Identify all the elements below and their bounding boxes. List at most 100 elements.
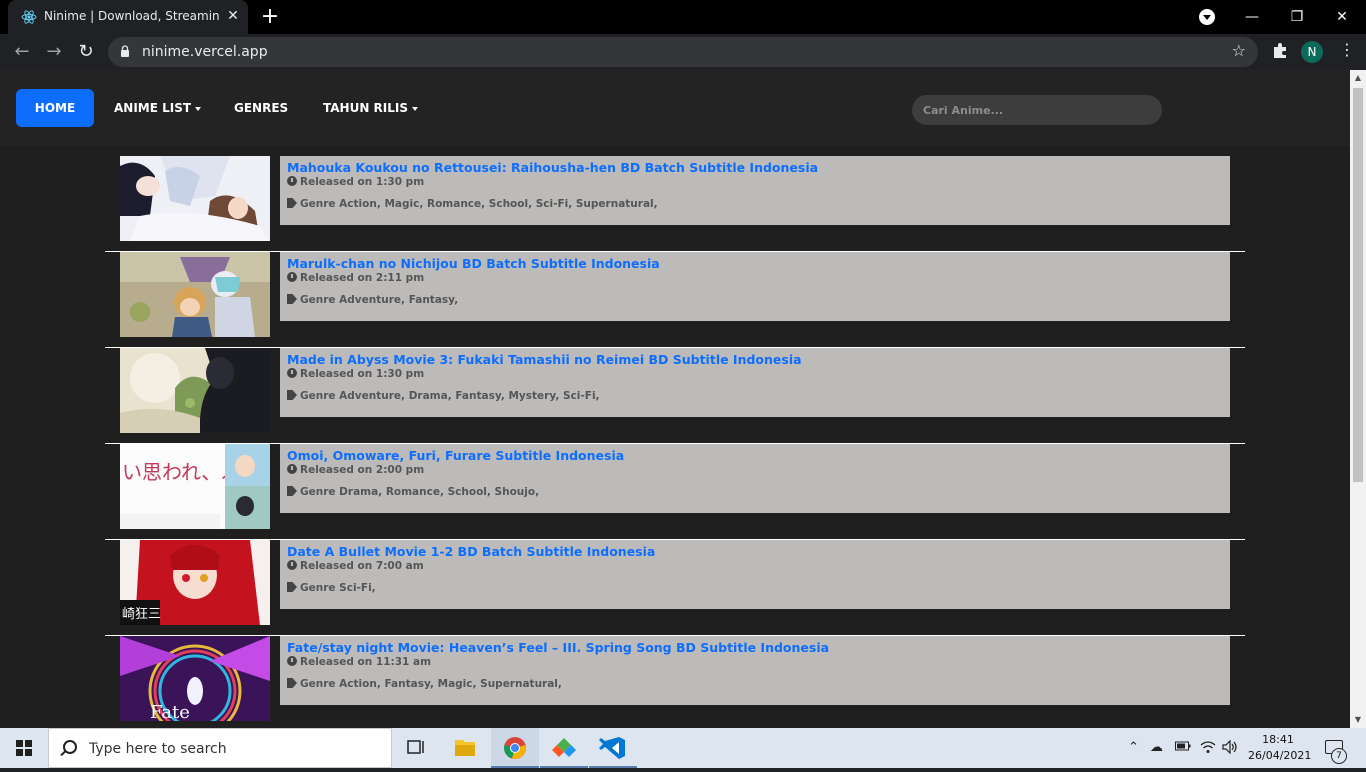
thumb-fate-text: Fate [150,702,190,721]
anime-title-link[interactable]: Mahouka Koukou no Rettousei: Raihousha-h… [287,160,818,175]
new-tab-button[interactable]: + [259,6,281,28]
caret-down-icon [195,106,202,111]
page-scrollbar[interactable]: ▲ ▼ [1350,70,1366,728]
anime-title-link[interactable]: Fate/stay night Movie: Heaven’s Feel – I… [287,640,829,655]
vscode-icon[interactable] [589,728,637,768]
release-text: Released on 7:00 am [300,560,424,572]
tag-icon [287,486,297,496]
taskbar-search-box[interactable]: Type here to search [48,728,392,768]
close-window-button[interactable]: ✕ [1331,6,1353,28]
thumbnail-image[interactable] [120,252,270,337]
chrome-icon[interactable] [491,728,539,768]
thumbnail-image[interactable]: Fate [120,636,270,721]
taskbar-search-placeholder: Type here to search [89,741,227,757]
tag-icon [287,294,297,304]
release-info: Released on 1:30 pm [287,176,424,188]
notification-count-badge: 7 [1331,748,1347,764]
volume-icon[interactable] [1222,739,1238,758]
tag-icon [287,678,297,688]
thumb-date-text: 崎狂三 [122,607,161,622]
app-diamond-icon[interactable] [540,728,588,768]
clock-icon [287,560,297,570]
maximize-button[interactable]: ❐ [1286,6,1308,28]
anime-title-link[interactable]: Marulk-chan no Nichijou BD Batch Subtitl… [287,256,660,271]
scroll-up-arrow-icon[interactable]: ▲ [1350,70,1366,86]
browser-tab[interactable]: Ninime | Download, Streaming Anime ✕ [8,0,248,34]
tag-icon [287,198,297,208]
search-icon [63,740,77,754]
tab-title: Ninime | Download, Streaming Anime [44,9,220,23]
browser-toolbar: ← → ↻ ninime.vercel.app ☆ [0,34,1366,70]
bookmark-star-icon[interactable]: ☆ [1232,41,1246,60]
anime-card: Fate/stay night Movie: Heaven’s Feel – I… [280,636,1230,705]
scrollbar-thumb[interactable] [1353,88,1363,482]
genre-info: Genre Sci-Fi, [287,582,376,594]
anime-title-link[interactable]: Made in Abyss Movie 3: Fukaki Tamashii n… [287,352,802,367]
clock-date: 26/04/2021 [1248,749,1312,762]
anime-title-link[interactable]: Omoi, Omoware, Furi, Furare Subtitle Ind… [287,448,624,463]
genre-info: Genre Adventure, Fantasy, [287,294,458,306]
genre-text: Genre Adventure, Drama, Fantasy, Mystery… [300,390,600,402]
windows-start-icon[interactable] [16,740,32,756]
list-item[interactable]: い思われ、ふり、ふられ Omoi, Omoware, Furi, Furare … [105,444,1245,540]
anime-card: Mahouka Koukou no Rettousei: Raihousha-h… [280,156,1230,225]
profile-avatar[interactable]: N [1301,41,1323,63]
genre-info: Genre Action, Magic, Romance, School, Sc… [287,198,658,210]
release-info: Released on 2:11 pm [287,272,424,284]
genre-info: Genre Adventure, Drama, Fantasy, Mystery… [287,390,600,402]
extensions-puzzle-icon[interactable] [1271,41,1289,59]
anime-card: Made in Abyss Movie 3: Fukaki Tamashii n… [280,348,1230,417]
reload-icon[interactable]: ↻ [75,41,97,63]
list-item[interactable]: Fate Fate/stay night Movie: Heaven’s Fee… [105,636,1245,728]
clock-icon [287,368,297,378]
list-item[interactable]: Made in Abyss Movie 3: Fukaki Tamashii n… [105,348,1245,444]
release-info: Released on 2:00 pm [287,464,424,476]
nav-tahun-rilis[interactable]: TAHUN RILIS [323,89,419,127]
minimize-button[interactable]: — [1241,6,1263,28]
clock-icon [287,176,297,186]
anime-card: Marulk-chan no Nichijou BD Batch Subtitl… [280,252,1230,321]
list-item[interactable]: Marulk-chan no Nichijou BD Batch Subtitl… [105,252,1245,348]
genre-info: Genre Drama, Romance, School, Shoujo, [287,486,539,498]
back-arrow-icon[interactable]: ← [11,41,33,63]
battery-icon[interactable] [1175,740,1191,756]
thumbnail-image[interactable] [120,156,270,241]
address-bar[interactable]: ninime.vercel.app ☆ [108,37,1258,67]
anime-card: Date A Bullet Movie 1-2 BD Batch Subtitl… [280,540,1230,609]
onedrive-cloud-icon[interactable]: ☁ [1150,740,1163,755]
list-item[interactable]: 崎狂三 Date A Bullet Movie 1-2 BD Batch Sub… [105,540,1245,636]
anime-title-link[interactable]: Date A Bullet Movie 1-2 BD Batch Subtitl… [287,544,655,559]
file-explorer-icon[interactable] [441,728,489,768]
task-view-icon[interactable] [392,728,440,768]
genre-text: Genre Action, Magic, Romance, School, Sc… [300,198,658,210]
wifi-icon[interactable] [1200,740,1216,758]
nav-genres[interactable]: GENRES [234,89,288,127]
anime-card: Omoi, Omoware, Furi, Furare Subtitle Ind… [280,444,1230,513]
release-text: Released on 1:30 pm [300,176,425,188]
browser-menu-icon[interactable]: ⋮ [1339,40,1355,64]
search-input[interactable] [912,95,1162,125]
nav-anime-list-label: ANIME LIST [114,101,192,115]
list-item[interactable]: Mahouka Koukou no Rettousei: Raihousha-h… [105,156,1245,252]
release-text: Released on 11:31 am [300,656,432,668]
tab-close-icon[interactable]: ✕ [225,8,241,24]
url-text[interactable]: ninime.vercel.app [142,44,268,60]
browser-tab-strip: Ninime | Download, Streaming Anime ✕ + —… [0,0,1366,34]
windows-taskbar: Type here to search ⌃ ☁ 18:41 26/04/2021… [0,728,1366,768]
thumbnail-image[interactable]: い思われ、ふり、ふられ [120,444,270,529]
genre-info: Genre Action, Fantasy, Magic, Supernatur… [287,678,562,690]
page-viewport: HOME ANIME LIST GENRES TAHUN RILIS Cari … [0,70,1350,728]
nav-home[interactable]: HOME [16,89,94,127]
lock-icon [121,45,129,57]
genre-text: Genre Action, Fantasy, Magic, Supernatur… [300,678,562,690]
forward-arrow-icon[interactable]: → [43,41,65,63]
nav-anime-list[interactable]: ANIME LIST [114,89,202,127]
thumbnail-image[interactable]: 崎狂三 [120,540,270,625]
scroll-down-arrow-icon[interactable]: ▼ [1350,712,1366,728]
clock-icon [287,272,297,282]
tab-search-icon[interactable] [1199,9,1215,25]
thumbnail-image[interactable] [120,348,270,433]
release-info: Released on 11:31 am [287,656,431,668]
taskbar-clock[interactable]: 18:41 26/04/2021 [1248,732,1312,764]
tray-chevron-up-icon[interactable]: ⌃ [1128,740,1139,755]
